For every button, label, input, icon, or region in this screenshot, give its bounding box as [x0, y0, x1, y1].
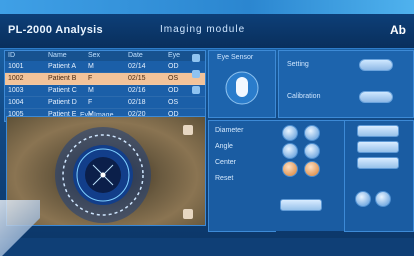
setting-label: Setting — [287, 61, 309, 68]
cell: Patient B — [48, 75, 77, 82]
tool-button[interactable] — [357, 125, 399, 137]
patient-row-selected[interactable]: 1002 Patient B F 02/15 OS — [5, 73, 205, 85]
cell: F — [88, 75, 93, 82]
title-bar: PL-2000 Analysis Imaging module Ab — [0, 14, 414, 49]
cell: M — [88, 63, 94, 70]
patient-list-header: ID Name Sex Date Eye — [5, 51, 205, 61]
cell: 1003 — [8, 87, 24, 94]
control-panel — [274, 120, 344, 231]
tool-button[interactable] — [357, 157, 399, 169]
cell: M — [88, 87, 94, 94]
cell: 02/16 — [128, 87, 146, 94]
control-button[interactable] — [304, 143, 320, 159]
zoom-icon[interactable] — [183, 125, 193, 135]
app-title: PL-2000 Analysis — [8, 24, 103, 36]
list-side-tools — [192, 54, 202, 114]
settings-panel: Setting Calibration — [278, 50, 414, 118]
calibration-toggle[interactable] — [359, 91, 393, 103]
cell: 1002 — [8, 75, 24, 82]
cell: Patient D — [48, 99, 77, 106]
cell: Patient C — [48, 87, 77, 94]
brand-logo: Ab — [390, 23, 406, 37]
center-marker[interactable] — [100, 172, 106, 178]
cell: 02/15 — [128, 75, 146, 82]
column-header[interactable]: Sex — [85, 51, 125, 61]
column-header[interactable]: Date — [125, 51, 165, 61]
control-button[interactable] — [282, 143, 298, 159]
tool-round-button[interactable] — [355, 191, 371, 207]
cell: 1004 — [8, 99, 24, 106]
status-bar — [0, 238, 414, 256]
setting-toggle[interactable] — [359, 59, 393, 71]
patient-row[interactable]: 1004 Patient D F 02/18 OS — [5, 97, 205, 109]
tools-panel — [344, 120, 414, 232]
scroll-down-icon[interactable] — [192, 70, 200, 78]
patient-row[interactable]: 1003 Patient C M 02/16 OD — [5, 85, 205, 97]
cell: Patient A — [48, 63, 77, 70]
top-accent-bar — [0, 0, 414, 14]
column-header[interactable]: Name — [45, 51, 85, 61]
measure-item[interactable]: Reset — [215, 175, 233, 182]
delete-icon[interactable] — [192, 86, 200, 94]
mode-title: Imaging module — [160, 24, 246, 35]
capture-icon[interactable] — [183, 209, 193, 219]
record-button[interactable] — [282, 161, 298, 177]
column-header[interactable]: ID — [5, 51, 45, 61]
measure-item[interactable]: Angle — [215, 143, 233, 150]
tool-round-button[interactable] — [375, 191, 391, 207]
control-button[interactable] — [304, 125, 320, 141]
scroll-up-icon[interactable] — [192, 54, 200, 62]
cell: 02/14 — [128, 63, 146, 70]
tool-button[interactable] — [357, 141, 399, 153]
action-button[interactable] — [280, 199, 322, 211]
page-corner — [0, 200, 40, 256]
stop-button[interactable] — [304, 161, 320, 177]
main-screen: PL-2000 Analysis Imaging module Ab ID Na… — [0, 0, 414, 256]
sensor-dial[interactable] — [209, 51, 275, 117]
sensor-panel: Eye Sensor — [208, 50, 276, 118]
measurement-panel: Diameter Angle Center Reset — [208, 120, 276, 232]
measure-item[interactable]: Center — [215, 159, 236, 166]
measure-item[interactable]: Diameter — [215, 127, 243, 134]
cell: 1001 — [8, 63, 24, 70]
calibration-label: Calibration — [287, 93, 321, 100]
cell: 02/18 — [128, 99, 146, 106]
patient-row[interactable]: 1001 Patient A M 02/14 OD — [5, 61, 205, 73]
control-button[interactable] — [282, 125, 298, 141]
cell: F — [88, 99, 93, 106]
